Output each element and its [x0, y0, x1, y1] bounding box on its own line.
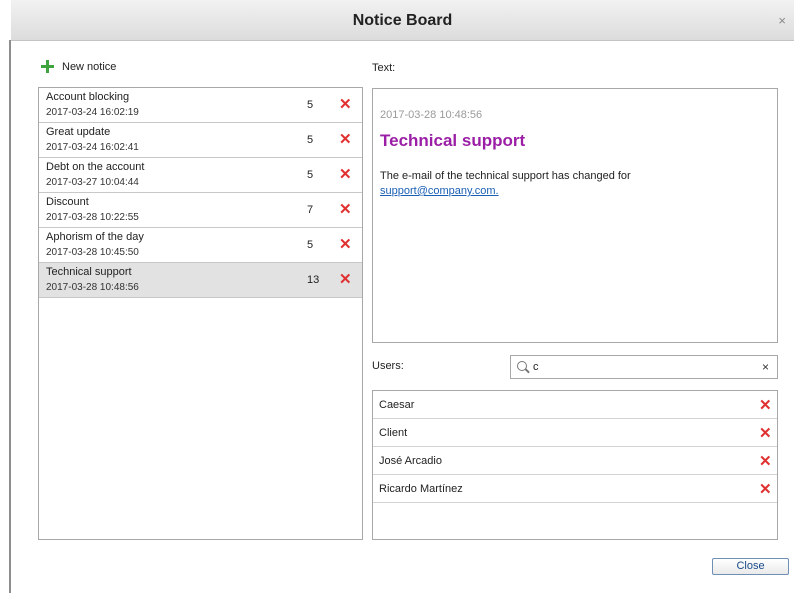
users-list: Caesar ✕ Client ✕ José Arcadio ✕ Ricardo…: [372, 390, 778, 540]
delete-icon[interactable]: ✕: [759, 426, 772, 441]
notice-date: 2017-03-28 10:45:50: [46, 247, 139, 258]
user-search-input[interactable]: [533, 359, 753, 375]
notice-text-editor[interactable]: 2017-03-28 10:48:56 Technical support Th…: [372, 88, 778, 343]
new-notice-label: New notice: [62, 60, 117, 73]
notice-date: 2017-03-24 16:02:19: [46, 107, 139, 118]
notice-row-selected[interactable]: Technical support 2017-03-28 10:48:56 13…: [39, 263, 362, 298]
user-name: Caesar: [379, 399, 415, 411]
user-row[interactable]: Client ✕: [373, 419, 777, 447]
message-email-link[interactable]: support@company.com.: [380, 185, 499, 197]
users-label: Users:: [372, 360, 404, 372]
user-name: Client: [379, 427, 408, 439]
user-name: Ricardo Martínez: [379, 483, 463, 495]
delete-icon[interactable]: ✕: [339, 132, 352, 147]
notice-title: Debt on the account: [46, 161, 145, 173]
new-notice-button[interactable]: New notice: [41, 60, 116, 73]
user-row[interactable]: José Arcadio ✕: [373, 447, 777, 475]
message-title: Technical support: [380, 131, 526, 150]
notice-row[interactable]: Great update 2017-03-24 16:02:41 5 ✕: [39, 123, 362, 158]
user-name: José Arcadio: [379, 455, 442, 467]
window-left-border: [9, 40, 11, 593]
message-date: 2017-03-28 10:48:56: [380, 109, 483, 121]
delete-icon[interactable]: ✕: [759, 454, 772, 469]
notice-row[interactable]: Debt on the account 2017-03-27 10:04:44 …: [39, 158, 362, 193]
notice-title: Technical support: [46, 266, 132, 278]
search-icon: [517, 361, 527, 371]
notice-row[interactable]: Account blocking 2017-03-24 16:02:19 5 ✕: [39, 88, 362, 123]
notice-user-count: 5: [307, 99, 314, 111]
notice-row[interactable]: Discount 2017-03-28 10:22:55 7 ✕: [39, 193, 362, 228]
notice-user-count: 7: [307, 204, 314, 216]
window-titlebar: Notice Board ×: [11, 0, 794, 41]
message-body: The e-mail of the technical support has …: [380, 169, 760, 199]
window-title: Notice Board: [352, 12, 453, 29]
notice-title: Aphorism of the day: [46, 231, 144, 243]
notice-title: Great update: [46, 126, 111, 138]
notice-date: 2017-03-28 10:22:55: [46, 212, 139, 223]
delete-icon[interactable]: ✕: [339, 202, 352, 217]
notice-user-count: 5: [307, 134, 314, 146]
message-body-text: The e-mail of the technical support has …: [380, 170, 631, 182]
notice-user-count: 13: [307, 274, 320, 286]
notice-date: 2017-03-24 16:02:41: [46, 142, 139, 153]
notice-row[interactable]: Aphorism of the day 2017-03-28 10:45:50 …: [39, 228, 362, 263]
delete-icon[interactable]: ✕: [339, 237, 352, 252]
user-row[interactable]: Caesar ✕: [373, 391, 777, 419]
notice-date: 2017-03-27 10:04:44: [46, 177, 139, 188]
user-search-box: ×: [510, 355, 778, 379]
delete-icon[interactable]: ✕: [759, 398, 772, 413]
delete-icon[interactable]: ✕: [339, 97, 352, 112]
notice-title: Discount: [46, 196, 89, 208]
notice-user-count: 5: [307, 239, 314, 251]
delete-icon[interactable]: ✕: [339, 167, 352, 182]
clear-search-icon[interactable]: ×: [762, 360, 769, 374]
user-row[interactable]: Ricardo Martínez ✕: [373, 475, 777, 503]
text-label: Text:: [372, 62, 396, 74]
notice-list: Account blocking 2017-03-24 16:02:19 5 ✕…: [38, 87, 363, 540]
delete-icon[interactable]: ✕: [339, 272, 352, 287]
plus-icon: [41, 60, 54, 73]
notice-user-count: 5: [307, 169, 314, 181]
close-icon[interactable]: ×: [778, 14, 786, 27]
close-button[interactable]: Close: [712, 558, 789, 575]
delete-icon[interactable]: ✕: [759, 482, 772, 497]
notice-date: 2017-03-28 10:48:56: [46, 282, 139, 293]
notice-title: Account blocking: [46, 91, 130, 103]
